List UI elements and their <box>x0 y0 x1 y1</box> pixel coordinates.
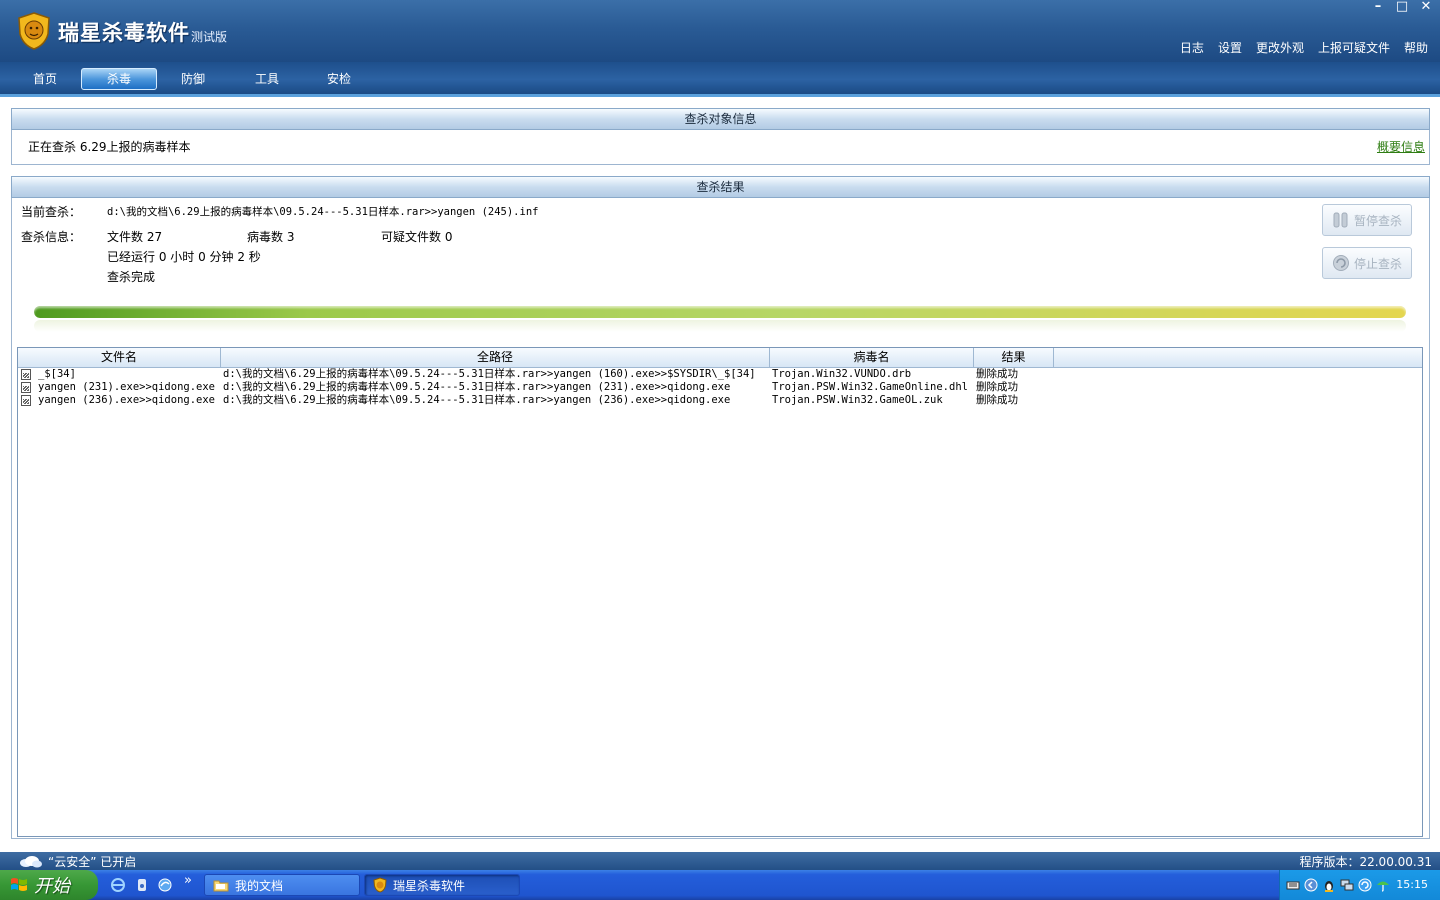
app-title: 瑞星杀毒软件 <box>58 21 190 45</box>
scan-target-text: 正在查杀 6.29上报的病毒样本 <box>28 140 191 154</box>
scan-results-header: 查杀结果 <box>11 176 1430 198</box>
table-row[interactable]: _$[34] d:\我的文档\6.29上报的病毒样本\09.5.24---5.3… <box>18 368 1422 381</box>
infected-file-icon <box>21 395 31 406</box>
task-my-documents[interactable]: 我的文档 <box>204 874 360 896</box>
qq-penguin-icon[interactable] <box>1322 878 1336 892</box>
cloud-security-status: “云安全” 已开启 <box>48 855 137 869</box>
stop-scan-label: 停止查杀 <box>1353 256 1402 271</box>
program-version: 程序版本：22.00.00.31 <box>1299 855 1432 869</box>
stop-icon <box>1332 255 1349 271</box>
row-virus-name: Trojan.Win32.VUNDO.drb <box>772 368 912 380</box>
folder-icon <box>213 880 229 892</box>
row-filename: _$[34] <box>38 368 76 380</box>
keyboard-icon[interactable] <box>1286 878 1300 892</box>
windows-flag-icon <box>11 878 27 891</box>
results-list-header: 文件名 全路径 病毒名 结果 <box>18 348 1422 368</box>
row-fullpath: d:\我的文档\6.29上报的病毒样本\09.5.24---5.31日样本.ra… <box>223 368 756 380</box>
windows-taskbar: 开始 » 我的文档 瑞星杀毒软件 15:15 <box>0 870 1440 900</box>
infected-file-icon <box>21 369 31 380</box>
row-filename: yangen (231).exe>>qidong.exe <box>38 381 216 393</box>
task-rising-antivirus[interactable]: 瑞星杀毒软件 <box>364 874 520 896</box>
summary-info-link[interactable]: 概要信息 <box>1377 138 1425 155</box>
close-button[interactable]: ✕ <box>1416 0 1436 16</box>
pause-scan-label: 暂停查杀 <box>1353 213 1402 228</box>
tab-security-check[interactable]: 安检 <box>302 68 376 90</box>
update-icon[interactable] <box>1358 878 1372 892</box>
umbrella-icon[interactable] <box>1376 878 1390 892</box>
browser-icon[interactable] <box>157 877 173 893</box>
network-icon[interactable] <box>1340 878 1354 892</box>
system-tray: 15:15 <box>1279 870 1440 900</box>
progress-reflection <box>34 320 1406 332</box>
row-fullpath: d:\我的文档\6.29上报的病毒样本\09.5.24---5.31日样本.ra… <box>223 381 731 393</box>
tab-tools[interactable]: 工具 <box>230 68 304 90</box>
tab-home[interactable]: 首页 <box>8 68 82 90</box>
virus-count: 病毒数 3 <box>247 230 295 244</box>
elapsed-time: 已经运行 0 小时 0 分钟 2 秒 <box>107 250 261 264</box>
pause-scan-button[interactable]: 暂停查杀 <box>1322 204 1412 236</box>
change-skin-link[interactable]: 更改外观 <box>1256 39 1304 56</box>
report-suspicious-link[interactable]: 上报可疑文件 <box>1318 39 1390 56</box>
start-label: 开始 <box>34 876 70 897</box>
minimize-button[interactable]: – <box>1368 0 1388 16</box>
settings-link[interactable]: 设置 <box>1218 39 1242 56</box>
start-button[interactable]: 开始 <box>0 870 98 900</box>
column-header-fullpath[interactable]: 全路径 <box>221 348 770 367</box>
table-row[interactable]: yangen (231).exe>>qidong.exe d:\我的文档\6.2… <box>18 381 1422 394</box>
infected-file-icon <box>21 382 31 393</box>
target-info-header: 查杀对象信息 <box>11 108 1430 130</box>
tab-scan[interactable]: 杀毒 <box>81 68 157 90</box>
task-label: 瑞星杀毒软件 <box>393 878 466 893</box>
scan-progress-fill <box>34 306 1406 318</box>
tab-defense[interactable]: 防御 <box>156 68 230 90</box>
row-filename: yangen (236).exe>>qidong.exe <box>38 394 216 406</box>
row-result: 删除成功 <box>976 394 1018 406</box>
row-virus-name: Trojan.PSW.Win32.GameOnline.dhl <box>772 381 968 393</box>
help-link[interactable]: 帮助 <box>1404 39 1428 56</box>
status-bar: “云安全” 已开启 程序版本：22.00.00.31 <box>0 852 1440 870</box>
title-bar: 瑞星杀毒软件 测试版 – □ ✕ 日志 设置 更改外观 上报可疑文件 帮助 <box>0 0 1440 62</box>
scan-status: 查杀完成 <box>107 270 156 284</box>
suspicious-count: 可疑文件数 0 <box>381 230 453 244</box>
task-label: 我的文档 <box>235 878 284 893</box>
system-clock: 15:15 <box>1396 878 1428 891</box>
current-scan-label: 当前查杀： <box>21 205 82 219</box>
top-links: 日志 设置 更改外观 上报可疑文件 帮助 <box>1180 39 1428 56</box>
rising-lion-logo <box>18 12 50 50</box>
row-result: 删除成功 <box>976 368 1018 380</box>
back-arrow-icon[interactable] <box>1304 878 1318 892</box>
row-virus-name: Trojan.PSW.Win32.GameOL.zuk <box>772 394 943 406</box>
log-link[interactable]: 日志 <box>1180 39 1204 56</box>
table-row[interactable]: yangen (236).exe>>qidong.exe d:\我的文档\6.2… <box>18 394 1422 407</box>
file-count: 文件数 27 <box>107 230 163 244</box>
main-tab-bar: 首页 杀毒 防御 工具 安检 <box>0 62 1440 97</box>
rising-lion-small-icon <box>373 877 387 893</box>
target-info-panel: 正在查杀 6.29上报的病毒样本 概要信息 <box>11 130 1430 165</box>
pause-icon <box>1333 212 1348 228</box>
column-header-result[interactable]: 结果 <box>974 348 1054 367</box>
scan-info-label: 查杀信息： <box>21 230 82 244</box>
cloud-security-icon <box>20 856 42 868</box>
ie-icon[interactable] <box>110 877 126 893</box>
scan-progress-bar <box>34 306 1406 318</box>
results-list[interactable]: 文件名 全路径 病毒名 结果 _$[34] d:\我的文档\6.29上报的病毒样… <box>17 347 1423 837</box>
current-scan-path: d:\我的文档\6.29上报的病毒样本\09.5.24---5.31日样本.ra… <box>107 206 539 218</box>
media-player-icon[interactable] <box>134 877 150 893</box>
quicklaunch-more-icon[interactable]: » <box>180 873 196 889</box>
row-result: 删除成功 <box>976 381 1018 393</box>
stop-scan-button[interactable]: 停止查杀 <box>1322 247 1412 279</box>
row-fullpath: d:\我的文档\6.29上报的病毒样本\09.5.24---5.31日样本.ra… <box>223 394 731 406</box>
app-edition-label: 测试版 <box>191 30 228 44</box>
column-header-virus-name[interactable]: 病毒名 <box>770 348 974 367</box>
column-header-filename[interactable]: 文件名 <box>18 348 221 367</box>
maximize-button[interactable]: □ <box>1392 0 1412 16</box>
